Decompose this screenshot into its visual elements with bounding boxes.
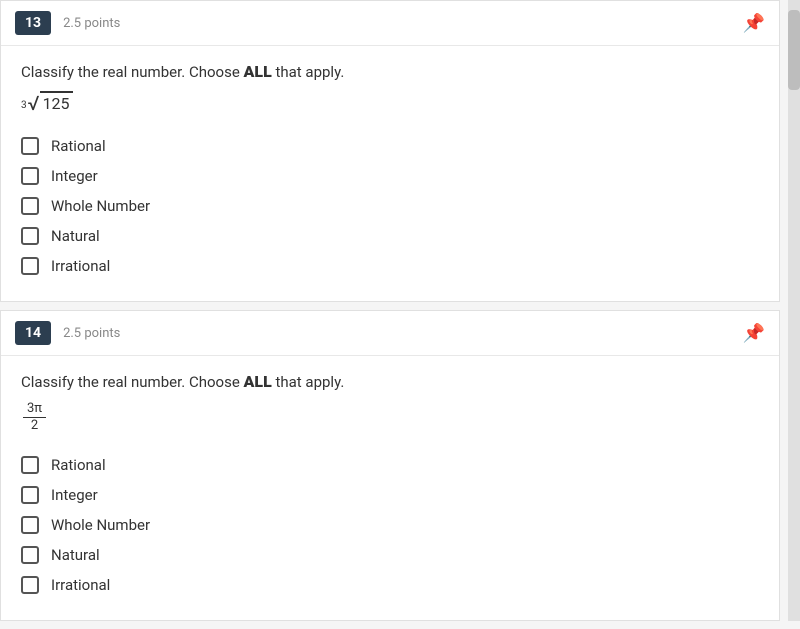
math-expression-14: 3π 2 [21,401,759,433]
checkbox-irrational-13[interactable] [21,257,39,275]
option-rational-13[interactable]: Rational [21,131,759,161]
option-whole-13[interactable]: Whole Number [21,191,759,221]
option-irrational-14[interactable]: Irrational [21,570,759,600]
option-label-integer-13: Integer [51,167,98,185]
option-integer-13[interactable]: Integer [21,161,759,191]
fraction-expression: 3π 2 [23,401,46,433]
option-label-whole-14: Whole Number [51,516,150,534]
question-text-14: Classify the real number. Choose ALL tha… [21,372,759,391]
option-label-whole-13: Whole Number [51,197,150,215]
question-body-14: Classify the real number. Choose ALL tha… [1,356,779,619]
option-rational-14[interactable]: Rational [21,450,759,480]
checkbox-rational-13[interactable] [21,137,39,155]
cube-root-symbol: 3 √ 125 [21,91,73,115]
question-header-13: 13 2.5 points 📌 [1,1,779,46]
option-label-natural-13: Natural [51,227,100,245]
option-integer-14[interactable]: Integer [21,480,759,510]
checkbox-whole-14[interactable] [21,516,39,534]
question-points-13: 2.5 points [63,16,120,31]
question-points-14: 2.5 points [63,326,120,341]
option-label-natural-14: Natural [51,546,100,564]
checkbox-integer-14[interactable] [21,486,39,504]
option-label-rational-13: Rational [51,137,106,155]
options-list-13: Rational Integer Whole Number Natural Ir… [21,131,759,281]
question-number-14: 14 [15,321,51,345]
checkbox-natural-14[interactable] [21,546,39,564]
option-label-irrational-13: Irrational [51,257,110,275]
pin-icon-14[interactable]: 📌 [743,323,765,344]
scrollbar-track[interactable] [788,0,800,621]
question-block-13: 13 2.5 points 📌 Classify the real number… [0,0,780,302]
option-label-integer-14: Integer [51,486,98,504]
option-label-irrational-14: Irrational [51,576,110,594]
question-body-13: Classify the real number. Choose ALL tha… [1,46,779,301]
checkbox-rational-14[interactable] [21,456,39,474]
question-block-14: 14 2.5 points 📌 Classify the real number… [0,310,780,620]
scrollbar-thumb[interactable] [788,10,800,90]
page-wrapper: 13 2.5 points 📌 Classify the real number… [0,0,800,621]
question-number-13: 13 [15,11,51,35]
option-irrational-13[interactable]: Irrational [21,251,759,281]
checkbox-irrational-14[interactable] [21,576,39,594]
pin-icon-13[interactable]: 📌 [743,13,765,34]
checkbox-integer-13[interactable] [21,167,39,185]
option-natural-14[interactable]: Natural [21,540,759,570]
checkbox-whole-13[interactable] [21,197,39,215]
checkbox-natural-13[interactable] [21,227,39,245]
question-text-13: Classify the real number. Choose ALL tha… [21,62,759,81]
option-label-rational-14: Rational [51,456,106,474]
option-whole-14[interactable]: Whole Number [21,510,759,540]
option-natural-13[interactable]: Natural [21,221,759,251]
options-list-14: Rational Integer Whole Number Natural Ir… [21,450,759,600]
math-expression-13: 3 √ 125 [21,91,759,115]
question-header-14: 14 2.5 points 📌 [1,311,779,356]
